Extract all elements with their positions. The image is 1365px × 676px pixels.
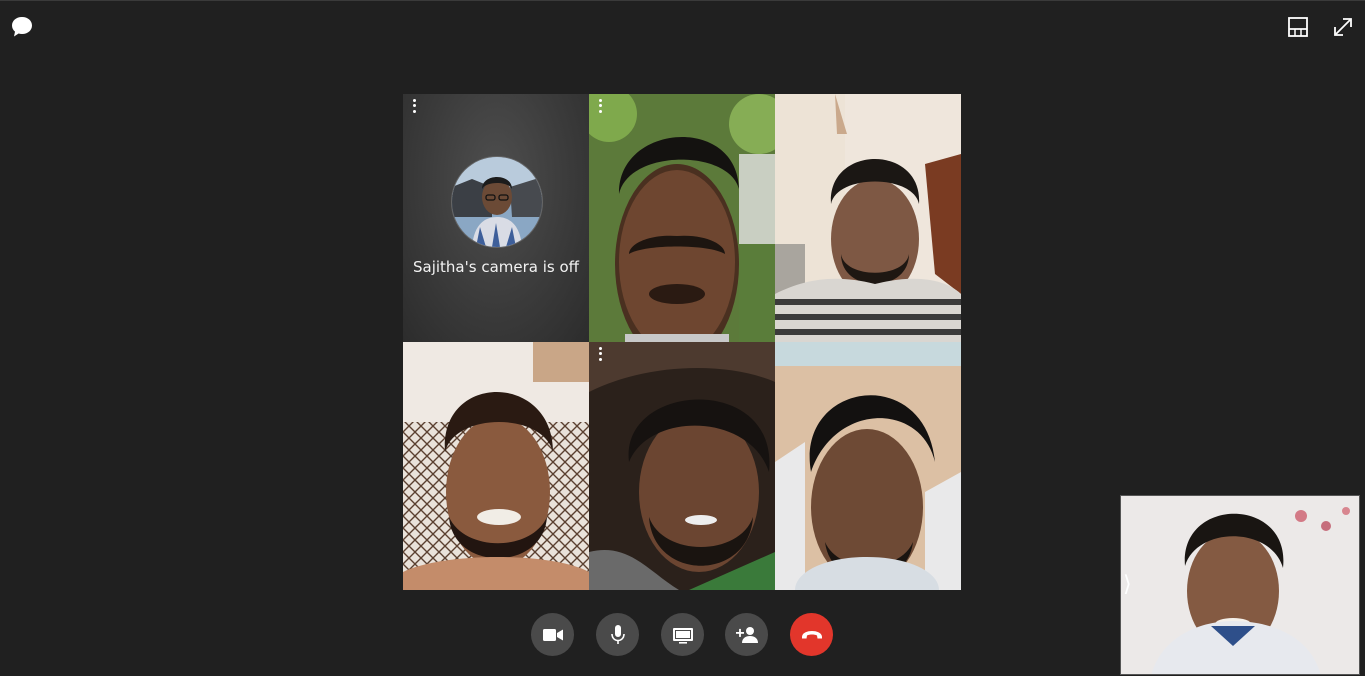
participant-video xyxy=(775,342,961,590)
more-options-icon[interactable] xyxy=(596,98,604,114)
end-call-icon xyxy=(801,630,822,638)
participant-video xyxy=(589,342,775,590)
toggle-microphone-button[interactable] xyxy=(596,613,639,656)
add-person-icon xyxy=(735,626,758,643)
participant-tile-3[interactable] xyxy=(775,94,961,342)
call-controls xyxy=(0,613,1365,657)
microphone-icon xyxy=(610,624,625,644)
participant-grid: Sajitha's camera is off xyxy=(403,94,961,590)
participant-tile-5[interactable] xyxy=(589,342,775,590)
participant-video xyxy=(403,342,589,590)
chat-button[interactable] xyxy=(8,13,36,41)
participant-video xyxy=(589,94,775,342)
screen-share-icon xyxy=(672,627,693,644)
share-screen-button[interactable] xyxy=(661,613,704,656)
participant-tile-4[interactable] xyxy=(403,342,589,590)
end-call-button[interactable] xyxy=(790,613,833,656)
more-options-icon[interactable] xyxy=(596,346,604,362)
avatar xyxy=(451,156,543,248)
fullscreen-icon xyxy=(1334,18,1352,36)
video-camera-icon xyxy=(542,628,563,641)
fullscreen-button[interactable] xyxy=(1329,13,1357,41)
participant-tile-2[interactable] xyxy=(589,94,775,342)
chat-icon xyxy=(12,17,32,37)
toggle-camera-button[interactable] xyxy=(531,613,574,656)
video-call-window: Sajitha's camera is off ⟩ xyxy=(0,0,1365,676)
layout-button[interactable] xyxy=(1284,13,1312,41)
add-participant-button[interactable] xyxy=(725,613,768,656)
collapse-self-view-handle[interactable]: ⟩ xyxy=(1123,574,1132,596)
more-options-icon[interactable] xyxy=(410,98,418,114)
participant-video xyxy=(775,94,961,342)
camera-off-label: Sajitha's camera is off xyxy=(412,258,579,276)
participant-tile-sajitha[interactable]: Sajitha's camera is off xyxy=(403,94,589,342)
participant-tile-6[interactable] xyxy=(775,342,961,590)
layout-icon xyxy=(1288,17,1308,37)
